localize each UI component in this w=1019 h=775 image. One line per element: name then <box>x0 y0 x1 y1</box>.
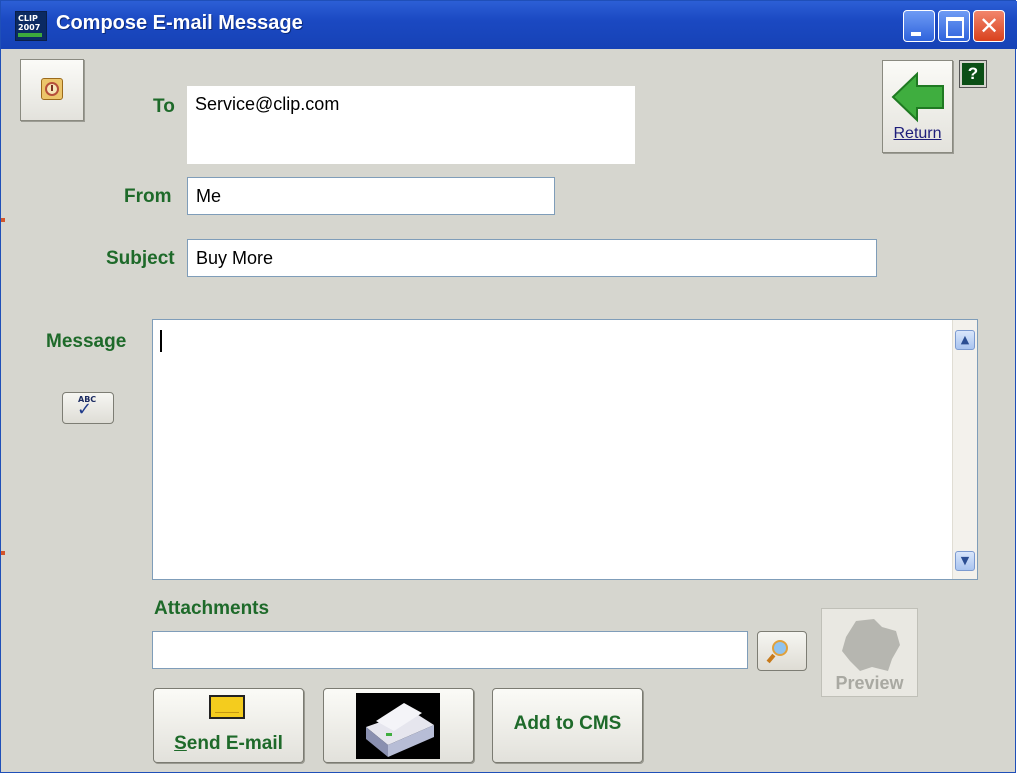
close-button[interactable]: ✕ <box>973 10 1005 42</box>
message-textarea[interactable]: ▲ ▼ <box>152 319 978 580</box>
minimize-button[interactable] <box>903 10 935 42</box>
add-to-cms-label: Add to CMS <box>513 713 622 734</box>
title-bar[interactable]: CLIP 2007 Compose E-mail Message ✕ <box>1 1 1017 49</box>
preview-label: Preview <box>835 673 904 693</box>
spellcheck-button[interactable]: ABC ✓ <box>62 392 114 424</box>
edge-mark <box>1 218 5 222</box>
search-icon <box>772 640 788 656</box>
subject-field[interactable]: Buy More <box>187 239 877 277</box>
return-label: Return <box>893 125 942 142</box>
app-logo-line1: CLIP <box>18 14 38 23</box>
text-caret <box>160 330 162 352</box>
minimize-icon <box>911 32 921 36</box>
map-preview-icon <box>842 619 900 671</box>
message-label: Message <box>46 331 127 352</box>
return-button[interactable]: Return <box>882 60 953 153</box>
app-logo-icon: CLIP 2007 <box>15 11 47 41</box>
print-button[interactable] <box>323 688 474 763</box>
envelope-icon <box>209 695 245 719</box>
browse-attachment-button[interactable] <box>757 631 807 671</box>
send-email-label: Send E-mail <box>174 733 283 754</box>
subject-label: Subject <box>106 248 175 269</box>
return-arrow-icon <box>891 71 944 123</box>
to-field[interactable]: Service@clip.com <box>187 86 635 164</box>
clock-icon <box>41 78 63 100</box>
from-field[interactable]: Me <box>187 177 555 215</box>
help-button[interactable]: ? <box>959 60 987 88</box>
compose-email-window: CLIP 2007 Compose E-mail Message ✕ To Se… <box>0 0 1017 773</box>
message-scrollbar[interactable]: ▲ ▼ <box>952 320 977 579</box>
window-title: Compose E-mail Message <box>56 12 303 34</box>
maximize-icon <box>946 17 964 38</box>
add-to-cms-button[interactable]: Add to CMS <box>492 688 643 763</box>
attachments-label: Attachments <box>154 598 270 619</box>
close-icon: ✕ <box>978 12 1000 40</box>
scroll-down-button[interactable]: ▼ <box>955 551 975 571</box>
to-label: To <box>153 96 175 117</box>
preview-button[interactable]: Preview <box>821 608 918 697</box>
attachments-field[interactable] <box>152 631 748 669</box>
printer-icon <box>356 693 440 759</box>
schedule-button[interactable] <box>20 59 84 121</box>
maximize-button[interactable] <box>938 10 970 42</box>
scroll-up-button[interactable]: ▲ <box>955 330 975 350</box>
edge-mark <box>1 551 5 555</box>
send-email-button[interactable]: Send E-mail <box>153 688 304 763</box>
app-logo-line2: 2007 <box>18 23 41 32</box>
from-label: From <box>124 186 172 207</box>
